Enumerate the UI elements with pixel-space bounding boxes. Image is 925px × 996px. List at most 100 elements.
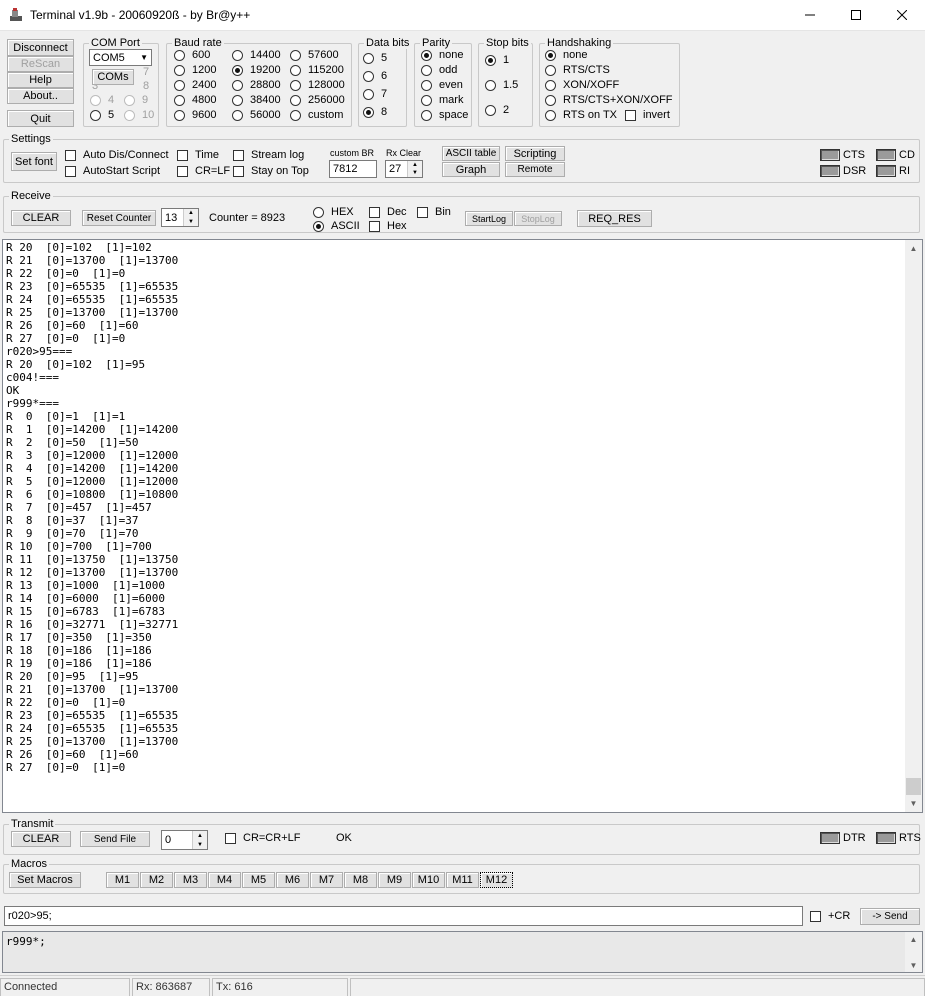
baud-radio-4800[interactable]: 4800 [174,94,216,106]
close-button[interactable] [879,0,925,30]
baud-radio-9600[interactable]: 9600 [174,109,216,121]
macro-button-m8[interactable]: M8 [344,872,377,888]
data-bits-radio-5[interactable]: 5 [363,52,387,64]
reset-counter-button[interactable]: Reset Counter [82,210,156,226]
macro-button-m3[interactable]: M3 [174,872,207,888]
macro-button-m4[interactable]: M4 [208,872,241,888]
scroll-down-icon[interactable]: ▼ [905,958,922,972]
transmit-spin-input[interactable]: 0 ▲ ▼ [161,830,208,850]
transmit-spinner[interactable]: ▲ ▼ [192,831,207,849]
com-port-select[interactable]: COM5 ▼ [89,49,152,66]
bin-checkbox[interactable]: Bin [417,206,451,218]
cr-lf-checkbox[interactable]: CR=LF [177,165,230,177]
macro-button-m6[interactable]: M6 [276,872,309,888]
baud-radio-2400[interactable]: 2400 [174,79,216,91]
parity-radio-mark[interactable]: mark [421,94,463,106]
baud-radio-128000[interactable]: 128000 [290,79,345,91]
com-radio-5[interactable]: 5 [90,109,114,121]
stream-log-checkbox[interactable]: Stream log [233,149,304,161]
macro-button-m9[interactable]: M9 [378,872,411,888]
baud-radio-56000[interactable]: 56000 [232,109,281,121]
handshaking-radio-4[interactable]: RTS on TX [545,109,617,121]
transmit-history[interactable]: r999*; ▲ ▼ [2,931,923,973]
macro-button-m7[interactable]: M7 [310,872,343,888]
handshaking-radio-3[interactable]: RTS/CTS+XON/XOFF [545,94,673,106]
handshaking-radio-2[interactable]: XON/XOFF [545,79,619,91]
handshaking-radio-0[interactable]: none [545,49,587,61]
macro-button-m2[interactable]: M2 [140,872,173,888]
data-bits-radio-6[interactable]: 6 [363,70,387,82]
about-button[interactable]: About.. [7,88,74,104]
parity-radio-even[interactable]: even [421,79,463,91]
dec-checkbox[interactable]: Dec [369,206,407,218]
macro-button-m10[interactable]: M10 [412,872,445,888]
autostart-script-checkbox[interactable]: AutoStart Script [65,165,160,177]
start-log-button[interactable]: StartLog [465,211,513,226]
req-res-button[interactable]: REQ_RES [577,210,652,227]
time-checkbox[interactable]: Time [177,149,219,161]
stop-log-button[interactable]: StopLog [514,211,562,226]
coms-button[interactable]: COMs [92,69,134,85]
baud-radio-14400[interactable]: 14400 [232,49,281,61]
baud-radio-600[interactable]: 600 [174,49,210,61]
disconnect-button[interactable]: Disconnect [7,39,74,56]
remote-button[interactable]: Remote [505,162,565,177]
history-scrollbar[interactable]: ▲ ▼ [905,932,922,972]
com-radio-10[interactable]: 10 [124,109,154,121]
stay-on-top-checkbox[interactable]: Stay on Top [233,165,309,177]
receive-clear-button[interactable]: CLEAR [11,210,71,226]
counter-spinner[interactable]: ▲ ▼ [183,209,198,226]
baud-radio-19200[interactable]: 19200 [232,64,281,76]
baud-radio-115200[interactable]: 115200 [290,64,344,76]
hex-checkbox[interactable]: Hex [369,220,407,232]
macro-button-m12[interactable]: M12 [480,872,513,888]
send-file-button[interactable]: Send File [80,831,150,847]
scripting-button[interactable]: Scripting [505,146,565,161]
macro-button-m5[interactable]: M5 [242,872,275,888]
send-button[interactable]: -> Send [860,908,920,925]
handshaking-radio-1[interactable]: RTS/CTS [545,64,610,76]
ascii-table-button[interactable]: ASCII table [442,146,500,161]
macro-button-m11[interactable]: M11 [446,872,479,888]
parity-radio-space[interactable]: space [421,109,468,121]
ascii-radio[interactable]: ASCII [313,220,360,232]
rx-clear-spinner[interactable]: ▲ ▼ [407,161,422,177]
minimize-button[interactable] [787,0,833,30]
quit-button[interactable]: Quit [7,110,74,127]
com-radio-9[interactable]: 9 [124,94,148,106]
baud-radio-custom[interactable]: custom [290,109,343,121]
macro-button-m1[interactable]: M1 [106,872,139,888]
auto-dis-connect-checkbox[interactable]: Auto Dis/Connect [65,149,169,161]
stop-bits-radio-2[interactable]: 2 [485,104,509,116]
counter-spin-input[interactable]: 13 ▲ ▼ [161,208,199,227]
maximize-button[interactable] [833,0,879,30]
com-radio-4[interactable]: 4 [90,94,114,106]
cr-cr-lf-checkbox[interactable]: CR=CR+LF [225,832,300,844]
baud-radio-28800[interactable]: 28800 [232,79,281,91]
scroll-up-icon[interactable]: ▲ [905,240,922,257]
baud-radio-256000[interactable]: 256000 [290,94,345,106]
scroll-down-icon[interactable]: ▼ [905,795,922,812]
send-input[interactable]: r020>95; [4,906,803,926]
parity-radio-odd[interactable]: odd [421,64,457,76]
set-font-button[interactable]: Set font [11,152,57,171]
parity-radio-none[interactable]: none [421,49,463,61]
baud-radio-38400[interactable]: 38400 [232,94,281,106]
receive-scrollbar[interactable]: ▲ ▼ [905,240,922,812]
receive-terminal[interactable]: R 20 [0]=102 [1]=102 R 21 [0]=13700 [1]=1… [2,239,923,813]
rescan-button[interactable]: ReScan [7,56,74,72]
help-button[interactable]: Help [7,72,74,88]
data-bits-radio-8[interactable]: 8 [363,106,387,118]
graph-button[interactable]: Graph [442,162,500,177]
invert-checkbox[interactable]: invert [625,109,670,121]
data-bits-radio-7[interactable]: 7 [363,88,387,100]
baud-radio-57600[interactable]: 57600 [290,49,339,61]
scroll-thumb[interactable] [906,778,921,795]
plus-cr-checkbox[interactable]: +CR [810,910,850,922]
custom-br-input[interactable]: 7812 [329,160,377,178]
set-macros-button[interactable]: Set Macros [9,872,81,888]
scroll-up-icon[interactable]: ▲ [905,932,922,946]
transmit-clear-button[interactable]: CLEAR [11,831,71,847]
hex-radio[interactable]: HEX [313,206,354,218]
rx-clear-input[interactable]: 27 ▲ ▼ [385,160,423,178]
